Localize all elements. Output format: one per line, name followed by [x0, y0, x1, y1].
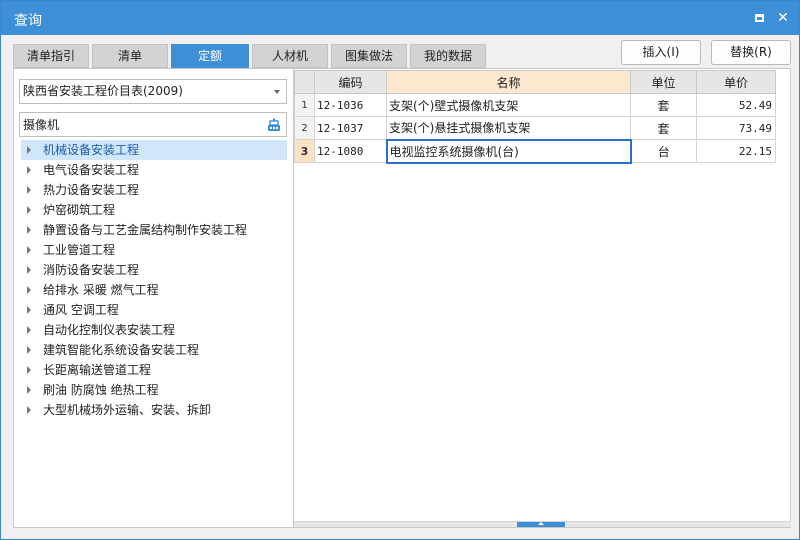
caret-right-icon[interactable] — [27, 306, 31, 314]
quota-results-table: 编码 名称 单位 单价 1 12-1036 支架(个)壁式摄像机支架 套 52.… — [294, 70, 776, 164]
chevron-down-icon[interactable] — [274, 90, 280, 94]
cell-code[interactable]: 12-1036 — [314, 93, 387, 117]
tree-item-industrial-pipeline[interactable]: 工业管道工程 — [21, 240, 287, 260]
library-select-value: 陕西省安装工程价目表(2009) — [23, 84, 183, 98]
search-filter-icon[interactable] — [267, 118, 281, 132]
chevron-up-icon — [538, 522, 544, 525]
caret-right-icon[interactable] — [27, 246, 31, 254]
tab-quota[interactable]: 定额 — [171, 44, 249, 68]
table-row[interactable]: 2 12-1037 支架(个)悬挂式摄像机支架 套 73.49 — [294, 116, 776, 140]
caret-right-icon[interactable] — [27, 366, 31, 374]
caret-right-icon[interactable] — [27, 146, 31, 154]
query-dialog: 查询 ✕ 清单指引 清单 定额 人材机 图集做法 我的数据 插入(I) 替换(R… — [0, 0, 800, 540]
caret-right-icon[interactable] — [27, 206, 31, 214]
row-number-header — [294, 70, 315, 94]
tree-item-fire-protection[interactable]: 消防设备安装工程 — [21, 260, 287, 280]
replace-button[interactable]: 替换(R) — [711, 40, 791, 65]
tree-item-ventilation-ac[interactable]: 通风 空调工程 — [21, 300, 287, 320]
caret-right-icon[interactable] — [27, 286, 31, 294]
row-number[interactable]: 3 — [294, 139, 315, 163]
row-number[interactable]: 2 — [294, 116, 315, 140]
tab-labor-material-machine[interactable]: 人材机 — [252, 44, 328, 68]
library-select[interactable]: 陕西省安装工程价目表(2009) — [19, 79, 287, 104]
cell-unit[interactable]: 套 — [630, 93, 697, 117]
insert-button[interactable]: 插入(I) — [621, 40, 701, 65]
quota-category-tree: 机械设备安装工程 电气设备安装工程 热力设备安装工程 炉窑砌筑工程 静置设备与工… — [21, 140, 287, 420]
caret-right-icon[interactable] — [27, 166, 31, 174]
tree-item-long-distance-pipeline[interactable]: 长距离输送管道工程 — [21, 360, 287, 380]
cell-price[interactable]: 52.49 — [696, 93, 776, 117]
cell-name[interactable]: 支架(个)壁式摄像机支架 — [386, 93, 631, 117]
cell-unit[interactable]: 套 — [630, 116, 697, 140]
title-bar[interactable]: 查询 ✕ — [1, 1, 799, 35]
tree-item-static-equipment[interactable]: 静置设备与工艺金属结构制作安装工程 — [21, 220, 287, 240]
window-title: 查询 — [14, 13, 42, 29]
cell-name-active[interactable]: 电视监控系统摄像机(台) — [385, 138, 632, 164]
cell-code[interactable]: 12-1037 — [314, 116, 387, 140]
cell-unit[interactable]: 台 — [630, 139, 697, 163]
row-number[interactable]: 1 — [294, 93, 315, 117]
cell-code[interactable]: 12-1080 — [314, 139, 387, 163]
tree-item-electrical-equipment[interactable]: 电气设备安装工程 — [21, 160, 287, 180]
caret-right-icon[interactable] — [27, 186, 31, 194]
table-row-current[interactable]: 3 12-1080 电视监控系统摄像机(台) 台 22.15 — [294, 138, 776, 164]
caret-right-icon[interactable] — [27, 226, 31, 234]
caret-right-icon[interactable] — [27, 406, 31, 414]
tree-item-automation-instruments[interactable]: 自动化控制仪表安装工程 — [21, 320, 287, 340]
tab-atlas-method[interactable]: 图集做法 — [331, 44, 407, 68]
table-header-row: 编码 名称 单位 单价 — [294, 70, 776, 94]
tab-bill-guide[interactable]: 清单指引 — [13, 44, 89, 68]
caret-right-icon[interactable] — [27, 346, 31, 354]
tree-item-thermal-equipment[interactable]: 热力设备安装工程 — [21, 180, 287, 200]
tree-item-painting-anticorrosion[interactable]: 刷油 防腐蚀 绝热工程 — [21, 380, 287, 400]
tree-item-furnace-masonry[interactable]: 炉窑砌筑工程 — [21, 200, 287, 220]
column-header-unit[interactable]: 单位 — [630, 70, 697, 94]
caret-right-icon[interactable] — [27, 266, 31, 274]
cell-price[interactable]: 73.49 — [696, 116, 776, 140]
caret-right-icon[interactable] — [27, 386, 31, 394]
caret-right-icon[interactable] — [27, 326, 31, 334]
tab-my-data[interactable]: 我的数据 — [410, 44, 486, 68]
bottom-splitter — [294, 521, 791, 527]
table-row[interactable]: 1 12-1036 支架(个)壁式摄像机支架 套 52.49 — [294, 93, 776, 117]
column-header-price[interactable]: 单价 — [696, 70, 776, 94]
maximize-icon[interactable] — [751, 10, 767, 26]
tree-item-intelligent-building[interactable]: 建筑智能化系统设备安装工程 — [21, 340, 287, 360]
cell-price[interactable]: 22.15 — [696, 139, 776, 163]
tab-bill[interactable]: 清单 — [92, 44, 168, 68]
tree-item-plumbing-heating-gas[interactable]: 给排水 采暖 燃气工程 — [21, 280, 287, 300]
tree-item-mechanical-equipment[interactable]: 机械设备安装工程 — [21, 140, 287, 160]
cell-name[interactable]: 支架(个)悬挂式摄像机支架 — [386, 116, 631, 140]
tree-item-large-machinery[interactable]: 大型机械场外运输、安装、拆卸 — [21, 400, 287, 420]
search-input[interactable] — [19, 112, 287, 137]
splitter-handle[interactable] — [517, 522, 565, 527]
column-header-code[interactable]: 编码 — [314, 70, 387, 94]
column-header-name[interactable]: 名称 — [386, 70, 631, 94]
close-icon[interactable]: ✕ — [775, 10, 791, 26]
